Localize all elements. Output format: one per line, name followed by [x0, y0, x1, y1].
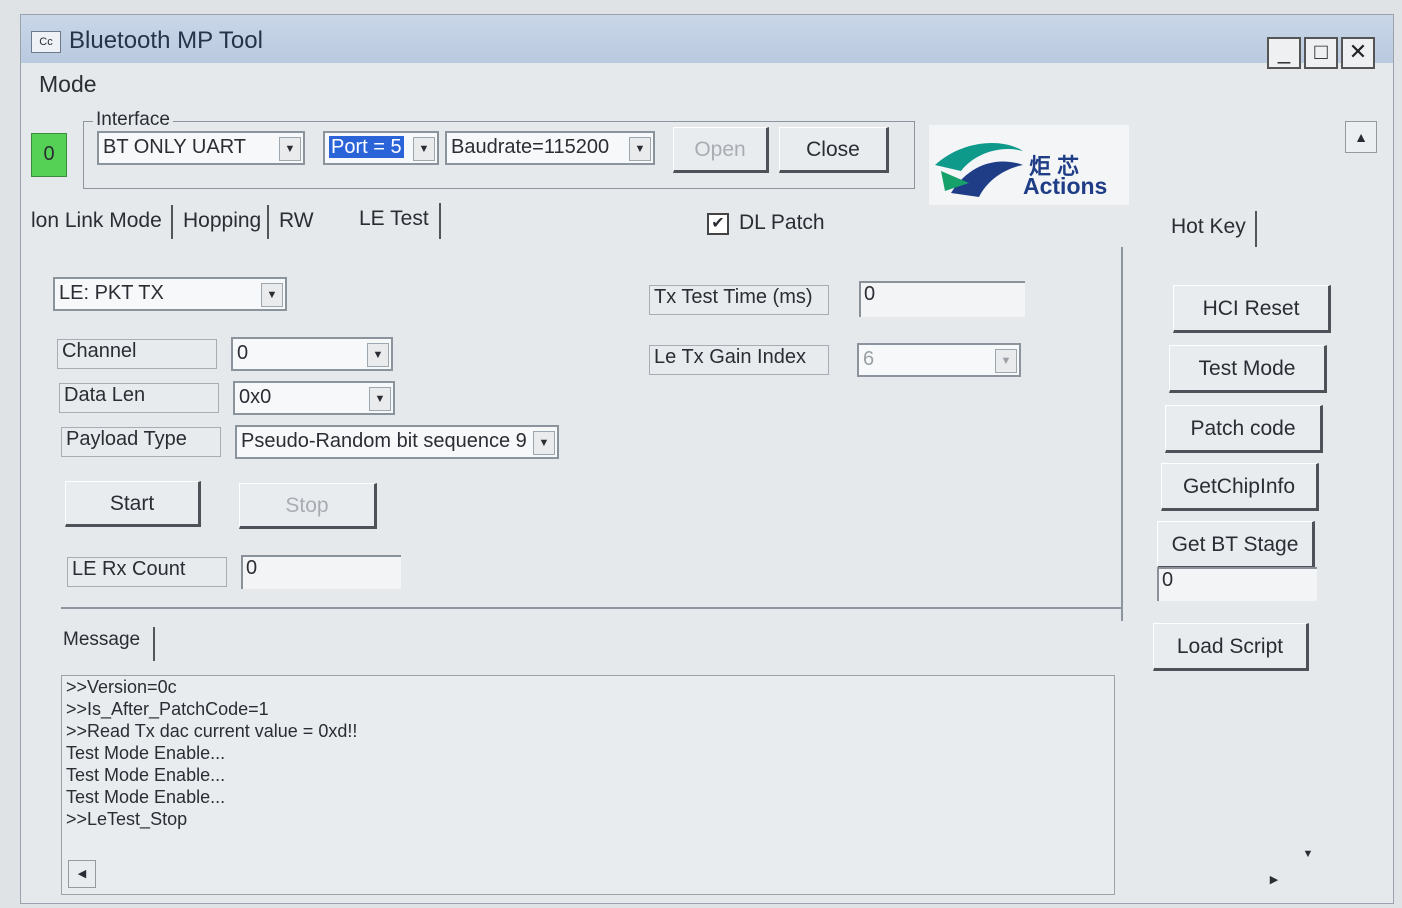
tab-separator: [439, 203, 441, 239]
main-window: Cc Bluetooth MP Tool _ □ ✕ Mode 0 Interf…: [20, 14, 1394, 904]
data-len-value: 0x0: [239, 386, 272, 408]
log-line: >>Read Tx dac current value = 0xd!!: [66, 721, 358, 741]
interface-type-select[interactable]: BT ONLY UART ▼: [97, 131, 305, 165]
menu-bar: Mode: [21, 65, 1393, 101]
channel-label: Channel: [57, 339, 217, 369]
tx-test-time-field[interactable]: 0: [859, 281, 1025, 317]
port-select[interactable]: Port = 5 ▼: [323, 131, 439, 165]
data-len-select[interactable]: 0x0 ▼: [233, 381, 395, 415]
dl-patch-checkbox[interactable]: ✔: [707, 213, 729, 235]
log-line: >>Version=0c: [66, 677, 177, 697]
chevron-down-icon[interactable]: ▼: [995, 349, 1017, 373]
port-value: Port = 5: [329, 136, 404, 158]
chevron-down-icon[interactable]: ▼: [413, 137, 435, 161]
message-separator: [153, 627, 155, 661]
hci-reset-button[interactable]: HCI Reset: [1173, 285, 1331, 333]
chevron-down-icon[interactable]: ▼: [629, 137, 651, 161]
logo-english-text: Actions: [1023, 173, 1108, 199]
patch-code-button[interactable]: Patch code: [1165, 405, 1323, 453]
chevron-down-icon[interactable]: ▼: [533, 431, 555, 455]
interface-group-label: Interface: [93, 109, 173, 131]
le-tx-gain-index-value: 6: [863, 348, 875, 370]
log-line: Test Mode Enable...: [66, 743, 226, 763]
tx-test-time-label: Tx Test Time (ms): [649, 285, 829, 315]
chevron-down-icon[interactable]: ▼: [369, 387, 391, 411]
panel-right-border: [1121, 247, 1123, 621]
data-len-label: Data Len: [59, 383, 219, 413]
stop-button[interactable]: Stop: [239, 483, 377, 529]
log-line: Test Mode Enable...: [66, 787, 226, 807]
test-mode-button[interactable]: Test Mode: [1169, 345, 1327, 393]
menu-mode[interactable]: Mode: [39, 71, 97, 98]
chevron-down-icon[interactable]: ▼: [261, 283, 283, 307]
hot-key-label: Hot Key: [1171, 215, 1246, 238]
title-bar: Cc Bluetooth MP Tool _ □ ✕: [21, 15, 1393, 69]
channel-value: 0: [237, 342, 249, 364]
connection-status-indicator: 0: [31, 133, 67, 177]
tab-le-test[interactable]: LE Test: [359, 207, 429, 231]
le-mode-value: LE: PKT TX: [59, 282, 164, 304]
scroll-up-button[interactable]: ▲: [1345, 121, 1377, 153]
actions-swoosh-icon: [935, 142, 1023, 197]
load-script-button[interactable]: Load Script: [1153, 623, 1309, 671]
log-line: Test Mode Enable...: [66, 765, 226, 785]
panel-bottom-border: [61, 607, 1123, 609]
close-button[interactable]: Close: [779, 127, 889, 173]
le-rx-count-field: 0: [241, 555, 401, 589]
tab-non-link-mode[interactable]: lon Link Mode: [31, 209, 162, 233]
channel-select[interactable]: 0 ▼: [231, 337, 393, 371]
get-chip-info-button[interactable]: GetChipInfo: [1161, 463, 1319, 511]
message-label: Message: [63, 629, 141, 650]
baudrate-select[interactable]: Baudrate=115200 ▼: [445, 131, 655, 165]
message-log[interactable]: >>Version=0c >>Is_After_PatchCode=1 >>Re…: [61, 675, 1115, 895]
open-button[interactable]: Open: [673, 127, 769, 173]
app-icon: Cc: [31, 31, 61, 53]
bt-stage-field: 0: [1157, 567, 1317, 601]
payload-type-value: Pseudo-Random bit sequence 9: [241, 430, 527, 452]
actions-logo: 炬 芯 Actions: [929, 125, 1129, 205]
start-button[interactable]: Start: [65, 481, 201, 527]
baudrate-value: Baudrate=115200: [451, 136, 610, 158]
chevron-down-icon[interactable]: ▼: [279, 137, 301, 161]
tab-rw[interactable]: RW: [279, 209, 314, 233]
tab-hopping[interactable]: Hopping: [183, 209, 261, 233]
scroll-right-button[interactable]: ▶: [1261, 867, 1287, 893]
get-bt-stage-button[interactable]: Get BT Stage: [1157, 521, 1315, 569]
log-line: >>LeTest_Stop: [66, 809, 188, 829]
dl-patch-label: DL Patch: [739, 211, 825, 234]
payload-type-select[interactable]: Pseudo-Random bit sequence 9 ▼: [235, 425, 559, 459]
log-line: >>Is_After_PatchCode=1: [66, 699, 269, 719]
hot-key-separator: [1255, 211, 1257, 247]
scroll-down-button[interactable]: ▼: [1295, 841, 1321, 867]
chevron-down-icon[interactable]: ▼: [367, 343, 389, 367]
scroll-left-button[interactable]: ◀: [68, 860, 96, 888]
le-rx-count-label: LE Rx Count: [67, 557, 227, 587]
le-tx-gain-index-select[interactable]: 6 ▼: [857, 343, 1021, 377]
tab-separator: [267, 205, 269, 239]
payload-type-label: Payload Type: [61, 427, 221, 457]
le-mode-select[interactable]: LE: PKT TX ▼: [53, 277, 287, 311]
window-title: Bluetooth MP Tool: [69, 27, 263, 54]
interface-type-value: BT ONLY UART: [103, 136, 247, 158]
le-tx-gain-index-label: Le Tx Gain Index: [649, 345, 829, 375]
tab-separator: [171, 205, 173, 239]
